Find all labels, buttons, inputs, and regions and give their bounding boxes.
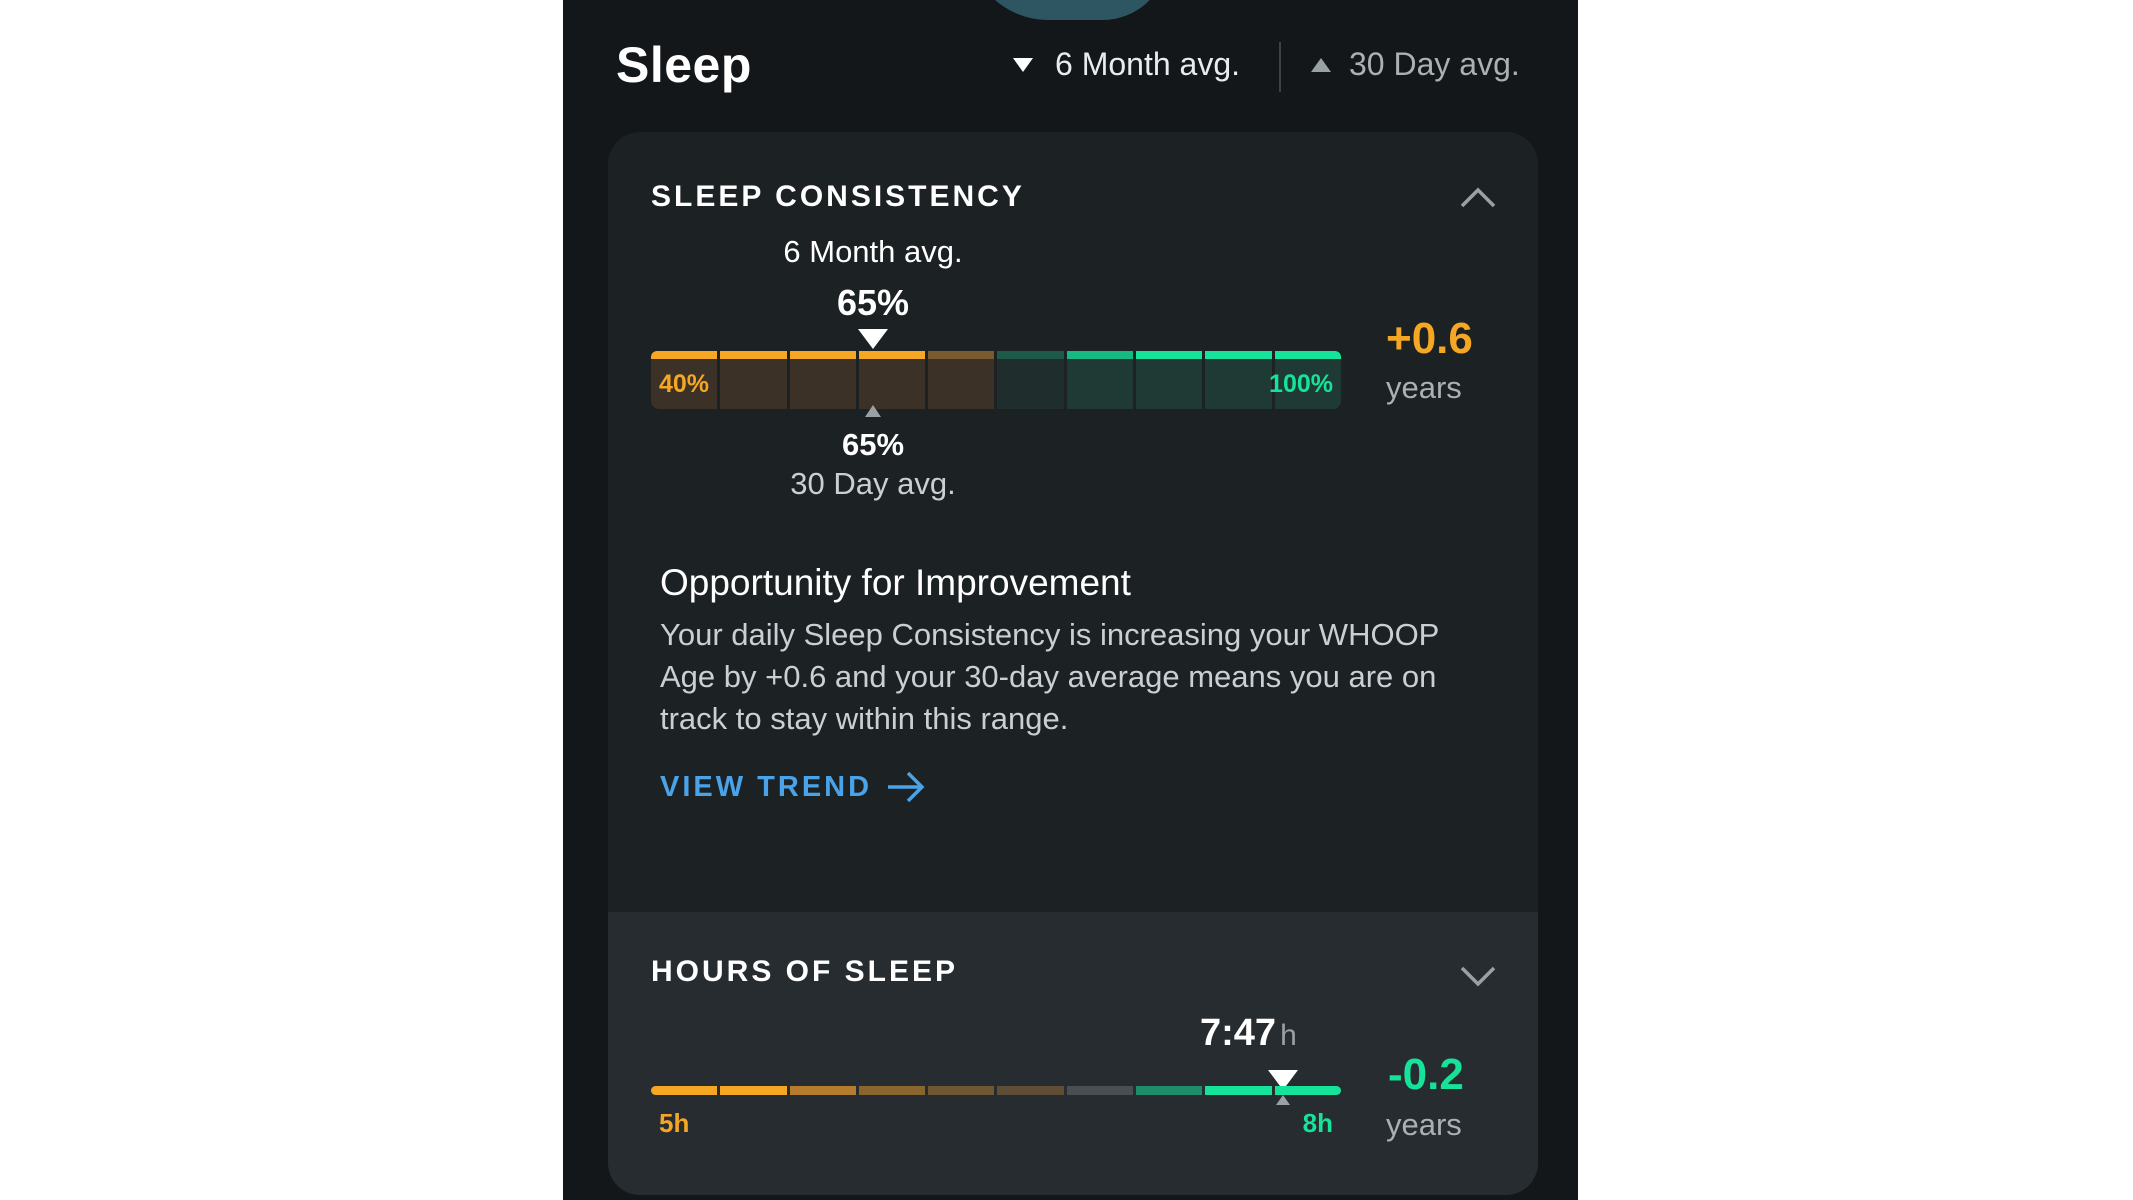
sleep-consistency-title: SLEEP CONSISTENCY [651, 180, 1025, 213]
legend-six-month-label: 6 Month avg. [1055, 46, 1240, 82]
bar-segment [1066, 351, 1134, 409]
sleep-consistency-card: SLEEP CONSISTENCY 6 Month avg. 65% 40% 1… [608, 132, 1538, 912]
bar-segment [1274, 1086, 1341, 1095]
hours-max-label: 8h [1302, 1108, 1333, 1138]
page-title: Sleep [616, 37, 752, 93]
chevron-down-icon[interactable] [1458, 956, 1498, 996]
six-month-avg-value: 65% [836, 282, 910, 323]
legend-divider [1279, 42, 1281, 92]
six-month-marker-icon [858, 329, 888, 349]
chevron-up-icon[interactable] [1458, 178, 1498, 218]
decorative-blob [968, 0, 1168, 20]
hours-delta: -0.2 [1388, 1050, 1464, 1099]
view-trend-link[interactable]: VIEW TREND [660, 770, 926, 804]
consistency-max-label: 100% [1269, 370, 1333, 398]
bar-segment [1136, 1086, 1203, 1095]
consistency-delta-unit: years [1386, 370, 1462, 405]
bar-segment [858, 351, 926, 409]
consistency-delta: +0.6 [1386, 314, 1473, 363]
bar-segment [720, 351, 787, 409]
bar-segment [997, 1086, 1064, 1095]
sleep-consistency-bar [651, 351, 1341, 409]
legend-thirty-day-label: 30 Day avg. [1349, 46, 1520, 82]
bar-segment [858, 1086, 926, 1095]
bar-segment [1205, 1086, 1272, 1095]
opportunity-text: Your daily Sleep Consistency is increasi… [660, 617, 1439, 736]
thirty-day-avg-value: 65% [841, 427, 905, 462]
hours-of-sleep-title: HOURS OF SLEEP [651, 955, 959, 988]
hours-value: 7:47 [1200, 1012, 1277, 1054]
hours-of-sleep-card: HOURS OF SLEEP 7:47 h 5h 8h -0.2 years [608, 912, 1538, 1195]
thirty-day-avg-label: 30 Day avg. [790, 466, 956, 501]
bar-segment [789, 351, 856, 409]
six-month-avg-label: 6 Month avg. [783, 234, 963, 269]
hours-delta-unit: years [1386, 1107, 1462, 1142]
hours-min-label: 5h [659, 1108, 690, 1138]
hours-value-unit: h [1280, 1019, 1297, 1052]
down-triangle-icon [1013, 57, 1033, 72]
hours-value-group: 7:47 h [1200, 1012, 1297, 1055]
bar-segment [720, 1086, 787, 1095]
up-triangle-icon [1311, 57, 1331, 72]
legend-six-month: 6 Month avg. [1013, 46, 1240, 83]
bar-segment [1136, 351, 1203, 409]
hours-thirty-day-marker-icon [1276, 1095, 1290, 1105]
opportunity-title: Opportunity for Improvement [660, 562, 1131, 603]
bar-segment [789, 1086, 856, 1095]
bar-segment [928, 1086, 995, 1095]
consistency-min-label: 40% [659, 370, 710, 398]
bar-segment [1066, 1086, 1134, 1095]
legend-thirty-day: 30 Day avg. [1311, 46, 1520, 83]
arrow-right-icon [888, 771, 925, 803]
bar-segment [997, 351, 1064, 409]
bar-segment [928, 351, 995, 409]
thirty-day-marker-icon [865, 405, 881, 417]
view-trend-label: VIEW TREND [660, 770, 873, 803]
phone-screen: Sleep 6 Month avg. 30 Day avg. SLEEP CON… [563, 0, 1578, 1200]
hours-of-sleep-bar [651, 1086, 1341, 1095]
bar-segment [651, 1086, 718, 1095]
